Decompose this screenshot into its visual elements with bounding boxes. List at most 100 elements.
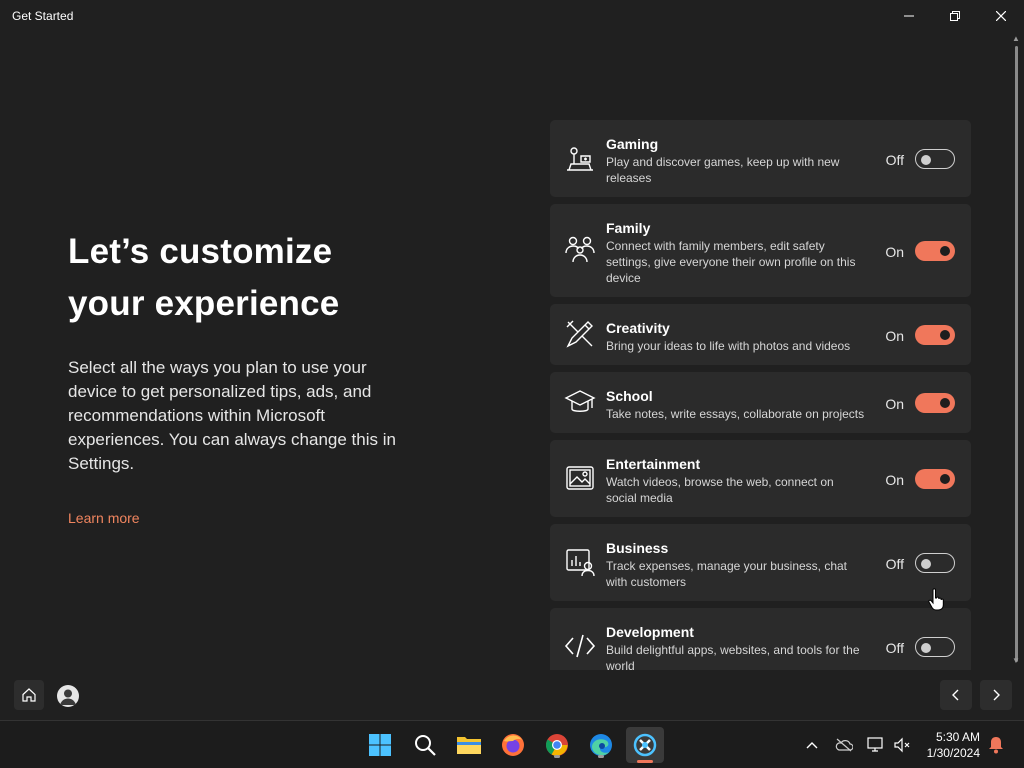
chevron-up-icon [806,742,818,749]
firefox-icon [502,734,524,756]
scrollbar[interactable]: ▲ ▼ [1010,32,1022,672]
volume-button[interactable] [892,735,912,755]
close-icon [996,11,1006,21]
school-toggle[interactable] [915,393,955,413]
back-button[interactable] [940,680,972,710]
page-description: Select all the ways you plan to use your… [68,358,396,473]
minimize-button[interactable] [886,0,932,32]
toggle-knob [940,398,950,408]
business-icon [566,549,595,577]
picture-icon [566,466,594,490]
restore-button[interactable] [932,0,978,32]
running-indicator [598,755,604,758]
clock-date: 1/30/2024 [926,746,980,760]
option-title: Entertainment [606,456,701,472]
file-explorer-button[interactable] [453,729,485,761]
toggle-knob [921,155,931,165]
taskbar: 5:30 AM 1/30/2024 [0,720,1024,768]
learn-more-link[interactable]: Learn more [68,510,140,526]
option-card-business[interactable]: Business Track expenses, manage your bus… [550,524,971,601]
toggle-knob [940,330,950,340]
creativity-toggle[interactable] [915,325,955,345]
toggle-knob [921,559,931,569]
option-title: Family [606,220,651,236]
option-card-entertainment[interactable]: Entertainment Watch videos, browse the w… [550,440,971,517]
close-button[interactable] [978,0,1024,32]
option-title: Development [606,624,694,640]
toggle-state-label: On [885,244,904,260]
minimize-icon [904,15,914,17]
toggle-knob [921,643,931,653]
options-list[interactable]: Gaming Play and discover games, keep up … [550,120,971,670]
option-title: School [606,388,653,404]
option-card-family[interactable]: Family Connect with family members, edit… [550,204,971,297]
scroll-down-icon[interactable]: ▼ [1012,656,1020,665]
avatar[interactable] [57,685,79,707]
option-title: Business [606,540,669,556]
page-title-line-1: Let’s customize [68,232,333,271]
chrome-button[interactable] [541,729,573,761]
toggle-state-label: Off [885,556,904,572]
option-card-creativity[interactable]: Creativity Bring your ideas to life with… [550,304,971,365]
active-indicator [637,760,653,763]
intro-section: Let’s customize your experience Select a… [68,226,428,476]
option-card-development[interactable]: Development Build delightful apps, websi… [550,608,971,670]
option-card-gaming[interactable]: Gaming Play and discover games, keep up … [550,120,971,197]
running-indicator [554,755,560,758]
volume-muted-icon [894,737,910,753]
show-hidden-icons-button[interactable] [802,735,822,755]
get-started-app-icon [633,733,657,757]
option-subtitle: Take notes, write essays, collaborate on… [606,407,865,421]
chevron-right-icon [993,689,1000,701]
toggle-state-label: Off [885,640,904,656]
onedrive-icon [835,738,853,752]
entertainment-toggle[interactable] [915,469,955,489]
graduation-cap-icon [564,390,596,412]
option-subtitle: Watch videos, browse the web, connect on… [606,475,834,505]
page-title-line-2: your experience [68,284,340,323]
edge-icon [590,734,612,756]
hand-cursor-icon [928,588,944,611]
page-title: Let’s customize your experience [68,226,428,330]
bell-icon [989,737,1003,754]
toggle-state-label: On [885,472,904,488]
clock-time: 5:30 AM [935,730,980,744]
next-button[interactable] [980,680,1012,710]
business-toggle[interactable] [915,553,955,573]
gaming-icon [567,147,593,171]
onedrive-button[interactable] [834,735,854,755]
gaming-toggle[interactable] [915,149,955,169]
option-subtitle: Track expenses, manage your business, ch… [606,559,848,589]
scroll-thumb[interactable] [1015,46,1018,662]
scroll-up-icon[interactable]: ▲ [1012,34,1020,43]
network-button[interactable] [866,735,886,755]
search-icon [415,735,436,756]
home-icon [22,688,36,702]
windows-start-icon [369,734,391,756]
search-button[interactable] [409,729,441,761]
home-button[interactable] [14,680,44,710]
file-explorer-icon [457,737,481,754]
option-card-school[interactable]: School Take notes, write essays, collabo… [550,372,971,433]
toggle-state-label: On [885,396,904,412]
title-bar: Get Started [0,0,1024,32]
get-started-app-button[interactable] [626,727,664,763]
taskbar-clock[interactable]: 5:30 AM 1/30/2024 [927,729,980,761]
family-toggle[interactable] [915,241,955,261]
edge-button[interactable] [585,729,617,761]
family-icon [565,236,595,263]
notifications-button[interactable] [986,735,1006,755]
option-subtitle: Play and discover games, keep up with ne… [606,155,840,185]
option-title: Gaming [606,136,659,152]
window-title: Get Started [12,9,74,23]
toggle-knob [940,474,950,484]
windows-start-button[interactable] [364,729,396,761]
toggle-knob [940,246,950,256]
chrome-icon [546,734,568,756]
toggle-state-label: Off [885,152,904,168]
option-title: Creativity [606,320,670,336]
firefox-button[interactable] [497,729,529,761]
development-toggle[interactable] [915,637,955,657]
network-icon [867,737,883,752]
option-subtitle: Build delightful apps, websites, and too… [606,643,860,670]
